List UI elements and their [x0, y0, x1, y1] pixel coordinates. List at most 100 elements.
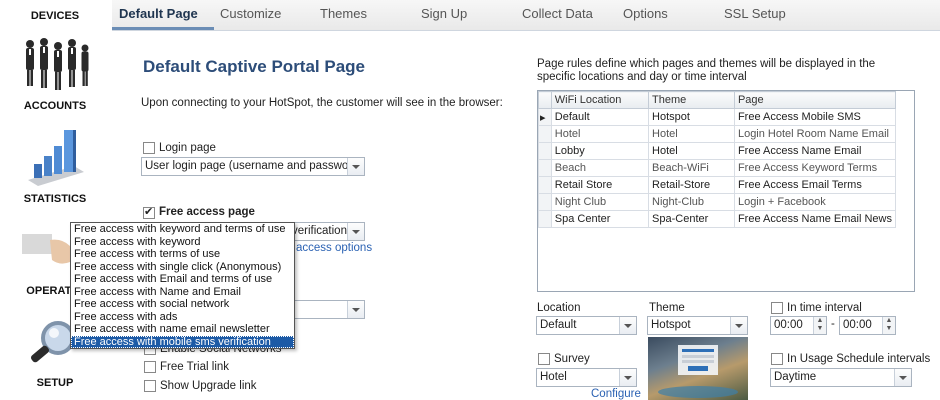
sidebar-item-accounts[interactable]: ACCOUNTS — [0, 100, 110, 112]
survey-checkbox[interactable] — [538, 353, 550, 365]
tab-options[interactable]: Options — [623, 6, 668, 21]
dropdown-option[interactable]: Free access with name email newsletter — [71, 323, 294, 336]
usage-schedule-select-value: Daytime — [774, 371, 817, 383]
chevron-down-icon[interactable] — [894, 369, 911, 386]
location-select[interactable]: Default — [536, 316, 637, 335]
dropdown-option[interactable]: Free access with social network — [71, 298, 294, 311]
cell-location[interactable]: Night Club — [550, 193, 650, 211]
grid-indicator-header — [538, 91, 552, 109]
cell-location[interactable]: Lobby — [550, 142, 650, 160]
configure-link[interactable]: Configure — [591, 388, 641, 400]
login-page-checkbox[interactable] — [143, 142, 155, 154]
theme-select[interactable]: Hotspot — [647, 316, 748, 335]
tab-themes[interactable]: Themes — [320, 6, 367, 21]
column-header-location[interactable]: WiFi Location — [550, 91, 650, 109]
row-indicator — [538, 176, 552, 194]
cell-page[interactable]: Free Access Name Email — [733, 142, 897, 160]
table-row[interactable]: Night Club Night-Club Login + Facebook — [538, 193, 897, 211]
hand-card-icon — [22, 232, 72, 272]
grid-header-row: WiFi Location Theme Page — [538, 91, 897, 109]
sidebar-item-devices[interactable]: DEVICES — [0, 10, 110, 22]
cell-location[interactable]: Beach — [550, 159, 650, 177]
dropdown-option[interactable]: Free access with single click (Anonymous… — [71, 261, 294, 274]
sidebar-item-label: DEVICES — [30, 10, 80, 22]
login-page-select[interactable]: User login page (username and password) — [141, 157, 365, 176]
table-row[interactable]: ▸ Default Hotspot Free Access Mobile SMS — [538, 108, 897, 126]
sidebar-item-setup[interactable]: SETUP — [0, 377, 110, 389]
page-title: Default Captive Portal Page — [143, 57, 366, 76]
time-to-value: 00:00 — [843, 319, 872, 331]
cell-theme[interactable]: Spa-Center — [648, 210, 735, 228]
usage-schedule-checkbox[interactable] — [771, 353, 783, 365]
cell-location[interactable]: Hotel — [550, 125, 650, 143]
survey-label: Survey — [554, 353, 590, 365]
cell-page[interactable]: Free Access Mobile SMS — [733, 108, 897, 126]
dropdown-option[interactable]: Free access with Name and Email — [71, 286, 294, 299]
tab-default-page[interactable]: Default Page — [119, 6, 198, 21]
cell-location[interactable]: Retail Store — [550, 176, 650, 194]
chevron-down-icon[interactable] — [730, 317, 747, 334]
theme-label: Theme — [649, 302, 685, 314]
cell-location[interactable]: Default — [550, 108, 650, 126]
cell-theme[interactable]: Hotspot — [648, 108, 735, 126]
tab-collect-data[interactable]: Collect Data — [522, 6, 593, 21]
time-to-input[interactable]: 00:00 ▲ ▼ — [839, 316, 896, 335]
tab-customize[interactable]: Customize — [220, 6, 281, 21]
tab-sign-up[interactable]: Sign Up — [421, 6, 467, 21]
table-row[interactable]: Lobby Hotel Free Access Name Email — [538, 142, 897, 160]
tab-ssl-setup[interactable]: SSL Setup — [724, 6, 786, 21]
dropdown-option[interactable]: Free access with Email and terms of use — [71, 273, 294, 286]
sidebar-item-label: STATISTICS — [23, 193, 87, 205]
row-indicator — [538, 193, 552, 211]
time-from-input[interactable]: 00:00 ▲ ▼ — [770, 316, 827, 335]
chevron-down-icon[interactable] — [619, 317, 636, 334]
cell-page[interactable]: Free Access Keyword Terms — [733, 159, 897, 177]
show-upgrade-checkbox[interactable] — [144, 380, 156, 392]
access-options-link[interactable]: access options — [296, 242, 372, 254]
free-access-dropdown-list[interactable]: Free access with keyword and terms of us… — [70, 222, 295, 349]
cell-page[interactable]: Login Hotel Room Name Email — [733, 125, 897, 143]
cell-theme[interactable]: Hotel — [648, 142, 735, 160]
chevron-down-icon[interactable] — [347, 301, 364, 318]
active-tab-indicator — [112, 27, 214, 30]
free-trial-checkbox[interactable] — [144, 361, 156, 373]
table-row[interactable]: Hotel Hotel Login Hotel Room Name Email — [538, 125, 897, 143]
time-interval-label: In time interval — [787, 302, 862, 314]
row-indicator — [538, 125, 552, 143]
cell-theme[interactable]: Night-Club — [648, 193, 735, 211]
spinner-arrows-icon[interactable]: ▲ ▼ — [882, 317, 895, 334]
dropdown-option[interactable]: Free access with terms of use — [71, 248, 294, 261]
usage-schedule-select[interactable]: Daytime — [770, 368, 912, 387]
free-access-label: Free access page — [159, 206, 255, 218]
survey-select[interactable]: Hotel — [536, 368, 637, 387]
sidebar-item-label: SETUP — [36, 377, 74, 389]
column-header-theme[interactable]: Theme — [648, 91, 735, 109]
dropdown-option-selected[interactable]: Free access with mobile sms verification — [71, 335, 294, 348]
chevron-down-icon[interactable] — [347, 223, 364, 240]
cell-theme[interactable]: Beach-WiFi — [648, 159, 735, 177]
dropdown-option[interactable]: Free access with ads — [71, 311, 294, 324]
cell-theme[interactable]: Hotel — [648, 125, 735, 143]
table-row[interactable]: Retail Store Retail-Store Free Access Em… — [538, 176, 897, 194]
show-upgrade-label: Show Upgrade link — [160, 380, 257, 392]
column-header-page[interactable]: Page — [733, 91, 897, 109]
dropdown-option[interactable]: Free access with keyword — [71, 236, 294, 249]
rules-grid[interactable]: WiFi Location Theme Page ▸ Default Hotsp… — [537, 90, 915, 292]
location-label: Location — [537, 302, 581, 314]
dropdown-option[interactable]: Free access with keyword and terms of us… — [71, 223, 294, 236]
cell-location[interactable]: Spa Center — [550, 210, 650, 228]
cell-page[interactable]: Login + Facebook — [733, 193, 897, 211]
chevron-down-icon[interactable] — [347, 158, 364, 175]
chevron-down-icon[interactable] — [619, 369, 636, 386]
spinner-arrows-icon[interactable]: ▲ ▼ — [813, 317, 826, 334]
cell-page[interactable]: Free Access Email Terms — [733, 176, 897, 194]
sidebar-item-statistics[interactable]: STATISTICS — [0, 193, 110, 205]
usage-schedule-label: In Usage Schedule intervals — [787, 353, 931, 365]
free-access-checkbox[interactable] — [143, 205, 155, 219]
table-row[interactable]: Beach Beach-WiFi Free Access Keyword Ter… — [538, 159, 897, 177]
cell-page[interactable]: Free Access Name Email News — [733, 210, 897, 228]
cell-theme[interactable]: Retail-Store — [648, 176, 735, 194]
row-indicator — [538, 159, 552, 177]
table-row[interactable]: Spa Center Spa-Center Free Access Name E… — [538, 210, 897, 228]
time-interval-checkbox[interactable] — [771, 302, 783, 314]
